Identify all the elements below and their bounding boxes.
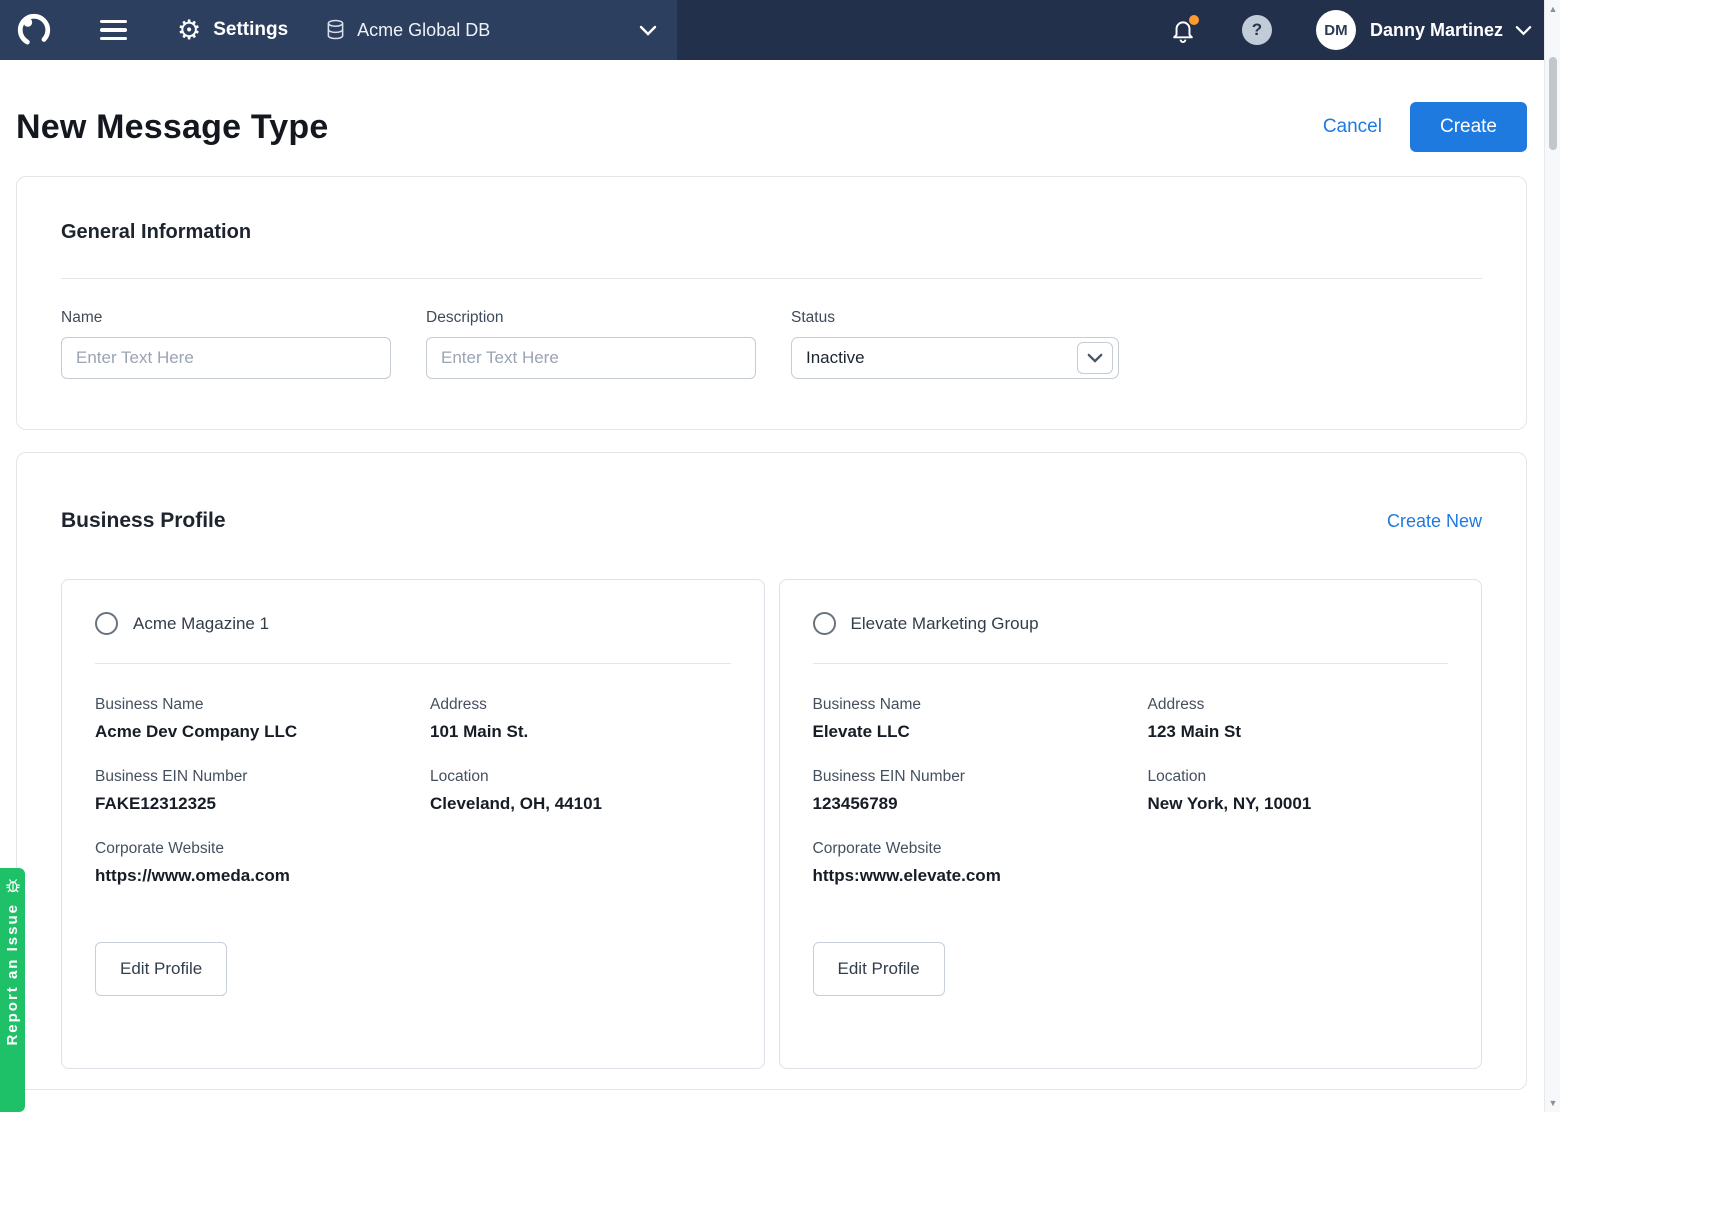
description-label: Description bbox=[426, 309, 756, 327]
divider bbox=[61, 278, 1482, 279]
business-profile-card: Business Profile Create New Acme Magazin… bbox=[16, 452, 1527, 1090]
business-name-field: Business Name Elevate LLC bbox=[813, 696, 1148, 742]
database-name: Acme Global DB bbox=[357, 20, 490, 41]
page-title: New Message Type bbox=[16, 108, 1323, 147]
address-field: Address 101 Main St. bbox=[430, 696, 731, 742]
field-value: New York, NY, 10001 bbox=[1148, 794, 1449, 814]
field-value: 123 Main St bbox=[1148, 722, 1449, 742]
field-value: Acme Dev Company LLC bbox=[95, 722, 430, 742]
field-label: Business Name bbox=[95, 696, 430, 714]
field-value: 101 Main St. bbox=[430, 722, 731, 742]
field-label: Location bbox=[1148, 768, 1449, 786]
name-input[interactable] bbox=[61, 337, 391, 379]
hamburger-menu-icon[interactable] bbox=[96, 14, 131, 47]
business-name-field: Business Name Acme Dev Company LLC bbox=[95, 696, 430, 742]
vertical-scrollbar[interactable]: ▲ ▼ bbox=[1544, 0, 1560, 1112]
name-field: Name bbox=[61, 309, 391, 379]
profile-radio[interactable] bbox=[813, 612, 836, 635]
nav-settings-item[interactable]: ⚙ Settings bbox=[177, 17, 288, 44]
profile-card: Elevate Marketing Group Business Name El… bbox=[779, 579, 1483, 1069]
page-header: New Message Type Cancel Create bbox=[16, 60, 1527, 176]
edit-profile-button[interactable]: Edit Profile bbox=[813, 942, 945, 996]
bug-icon bbox=[5, 877, 21, 894]
location-field: Location Cleveland, OH, 44101 bbox=[430, 768, 731, 814]
website-field: Corporate Website https://www.omeda.com bbox=[95, 840, 430, 886]
field-label: Business Name bbox=[813, 696, 1148, 714]
status-label: Status bbox=[791, 309, 1119, 327]
business-profile-title: Business Profile bbox=[61, 509, 1387, 533]
name-label: Name bbox=[61, 309, 391, 327]
divider bbox=[95, 663, 731, 664]
general-information-title: General Information bbox=[61, 221, 1482, 244]
scrollbar-up-arrow[interactable]: ▲ bbox=[1545, 2, 1561, 16]
field-value: Elevate LLC bbox=[813, 722, 1148, 742]
profile-radio[interactable] bbox=[95, 612, 118, 635]
profile-card-header: Acme Magazine 1 bbox=[95, 612, 731, 635]
profile-card: Acme Magazine 1 Business Name Acme Dev C… bbox=[61, 579, 765, 1069]
profile-cards-row: Acme Magazine 1 Business Name Acme Dev C… bbox=[61, 579, 1482, 1069]
profile-name: Acme Magazine 1 bbox=[133, 614, 269, 634]
field-value: Cleveland, OH, 44101 bbox=[430, 794, 731, 814]
navbar-left-section: ⚙ Settings Acme Global DB bbox=[0, 0, 677, 60]
chevron-down-icon bbox=[639, 25, 657, 36]
top-navbar: ⚙ Settings Acme Global DB bbox=[0, 0, 1544, 60]
cancel-button[interactable]: Cancel bbox=[1323, 116, 1382, 138]
field-value: FAKE12312325 bbox=[95, 794, 430, 814]
navbar-right-section: ? DM Danny Martinez bbox=[1170, 0, 1544, 60]
create-new-link[interactable]: Create New bbox=[1387, 511, 1482, 532]
website-field: Corporate Website https:www.elevate.com bbox=[813, 840, 1148, 886]
omeda-logo-icon[interactable] bbox=[14, 10, 54, 50]
divider bbox=[813, 663, 1449, 664]
avatar[interactable]: DM bbox=[1316, 10, 1356, 50]
user-name[interactable]: Danny Martinez bbox=[1370, 20, 1503, 41]
settings-label: Settings bbox=[213, 19, 288, 41]
profile-card-header: Elevate Marketing Group bbox=[813, 612, 1449, 635]
chevron-down-icon bbox=[1077, 342, 1113, 374]
profile-name: Elevate Marketing Group bbox=[851, 614, 1039, 634]
report-issue-label: Report an Issue bbox=[4, 903, 21, 1046]
notifications-button[interactable] bbox=[1170, 17, 1196, 44]
general-information-fields: Name Description Status Inactive bbox=[61, 309, 1482, 379]
field-label: Address bbox=[430, 696, 731, 714]
field-value: 123456789 bbox=[813, 794, 1148, 814]
profile-fields-grid: Business Name Acme Dev Company LLC Addre… bbox=[95, 696, 731, 886]
field-value: https://www.omeda.com bbox=[95, 866, 430, 886]
scrollbar-thumb[interactable] bbox=[1549, 57, 1557, 150]
app-window: ⚙ Settings Acme Global DB bbox=[0, 0, 1560, 1112]
create-button[interactable]: Create bbox=[1410, 102, 1527, 152]
field-label: Address bbox=[1148, 696, 1449, 714]
field-label: Business EIN Number bbox=[95, 768, 430, 786]
gear-icon: ⚙ bbox=[177, 17, 201, 44]
field-label: Corporate Website bbox=[813, 840, 1148, 858]
address-field: Address 123 Main St bbox=[1148, 696, 1449, 742]
status-select[interactable]: Inactive bbox=[791, 337, 1119, 379]
database-icon bbox=[326, 19, 345, 41]
field-label: Business EIN Number bbox=[813, 768, 1148, 786]
user-menu-chevron-icon[interactable] bbox=[1515, 25, 1532, 36]
screenshot-canvas: ⚙ Settings Acme Global DB bbox=[0, 0, 1735, 1230]
ein-field: Business EIN Number 123456789 bbox=[813, 768, 1148, 814]
notification-dot bbox=[1189, 15, 1199, 25]
ein-field: Business EIN Number FAKE12312325 bbox=[95, 768, 430, 814]
field-value: https:www.elevate.com bbox=[813, 866, 1148, 886]
avatar-initials: DM bbox=[1324, 22, 1347, 39]
database-selector[interactable]: Acme Global DB bbox=[326, 19, 677, 41]
status-select-value: Inactive bbox=[806, 348, 1077, 368]
description-input[interactable] bbox=[426, 337, 756, 379]
profile-fields-grid: Business Name Elevate LLC Address 123 Ma… bbox=[813, 696, 1449, 886]
description-field: Description bbox=[426, 309, 756, 379]
general-information-card: General Information Name Description Sta… bbox=[16, 176, 1527, 430]
scrollbar-down-arrow[interactable]: ▼ bbox=[1545, 1096, 1561, 1110]
help-button[interactable]: ? bbox=[1242, 15, 1272, 45]
field-label: Corporate Website bbox=[95, 840, 430, 858]
report-issue-tab[interactable]: Report an Issue bbox=[0, 868, 25, 1112]
edit-profile-button[interactable]: Edit Profile bbox=[95, 942, 227, 996]
status-field: Status Inactive bbox=[791, 309, 1119, 379]
location-field: Location New York, NY, 10001 bbox=[1148, 768, 1449, 814]
business-profile-header: Business Profile Create New bbox=[61, 509, 1482, 533]
field-label: Location bbox=[430, 768, 731, 786]
